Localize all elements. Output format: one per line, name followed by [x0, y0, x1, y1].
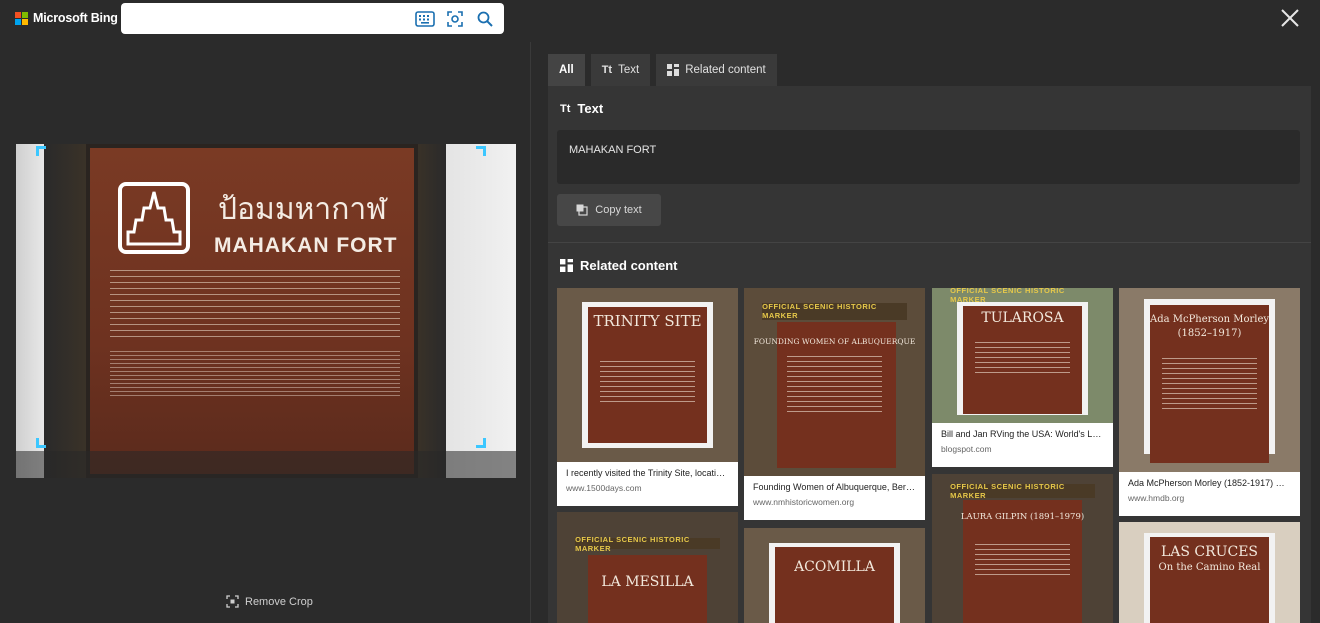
related-thumbnail: OFFICIAL SCENIC HISTORIC MARKER LA MESIL… [557, 512, 738, 623]
crop-shade [16, 451, 516, 478]
result-tabs: All Tt Text Related content [548, 54, 777, 86]
search-icon[interactable] [474, 8, 496, 30]
related-card[interactable]: LAS CRUCES On the Camino Real [1119, 522, 1300, 623]
microsoft-logo-icon [15, 11, 28, 25]
related-card[interactable]: TRINITY SITE I recently visited the Trin… [557, 288, 738, 506]
related-card[interactable]: OFFICIAL SCENIC HISTORIC MARKER LAURA GI… [932, 474, 1113, 623]
grid-icon [667, 64, 680, 76]
related-card[interactable]: OFFICIAL SCENIC HISTORIC MARKER FOUNDING… [744, 288, 925, 520]
related-sign-title: TRINITY SITE [593, 312, 702, 331]
related-thumbnail: OFFICIAL SCENIC HISTORIC MARKER LAURA GI… [932, 474, 1113, 623]
extracted-text-box[interactable]: MAHAKAN FORT [557, 130, 1300, 184]
remove-crop-label: Remove Crop [245, 595, 313, 608]
related-card[interactable]: OFFICIAL SCENIC HISTORIC MARKER TULAROSA… [932, 288, 1113, 467]
related-sign-title: LAS CRUCES [1160, 544, 1259, 560]
section-divider [548, 242, 1311, 243]
tab-related-content-label: Related content [685, 64, 766, 76]
related-banner: OFFICIAL SCENIC HISTORIC MARKER [950, 482, 1095, 500]
image-background-right [416, 144, 516, 478]
related-card[interactable]: Ada McPherson Morley (1852–1917) Ada McP… [1119, 288, 1300, 516]
image-pane: ป้อมมหากาฬ MAHAKAN FORT Remove Crop [0, 42, 531, 623]
top-bar: Microsoft Bing [0, 0, 1320, 42]
copy-text-button[interactable]: Copy text [557, 194, 661, 226]
tab-all[interactable]: All [548, 54, 585, 86]
related-card[interactable]: ACOMILLA [744, 528, 925, 623]
related-thumbnail: ACOMILLA [744, 528, 925, 623]
text-section-heading: Tt Text [560, 101, 603, 116]
close-icon[interactable] [1279, 7, 1301, 29]
related-title[interactable]: Bill and Jan RVing the USA: World's Lar.… [941, 429, 1104, 439]
tab-text[interactable]: Tt Text [590, 54, 651, 86]
results-panel: Tt Text MAHAKAN FORT Copy text Related c… [548, 86, 1311, 623]
uploaded-image[interactable]: ป้อมมหากาฬ MAHAKAN FORT [16, 144, 516, 478]
related-title[interactable]: Founding Women of Albuquerque, Bern... [753, 482, 916, 492]
crop-handle-bottom-left[interactable] [36, 438, 46, 448]
related-source: www.1500days.com [566, 483, 642, 493]
keyboard-icon[interactable] [414, 8, 436, 30]
related-sign-title: LAURA GILPIN (1891–1979) [960, 512, 1085, 523]
temple-icon [118, 182, 190, 254]
crop-handle-top-left[interactable] [36, 146, 46, 156]
related-thumbnail: OFFICIAL SCENIC HISTORIC MARKER FOUNDING… [744, 288, 925, 476]
tab-text-label: Text [618, 64, 640, 76]
related-banner: OFFICIAL SCENIC HISTORIC MARKER [950, 288, 1065, 305]
related-section-title: Related content [580, 258, 678, 273]
related-thumbnail: LAS CRUCES On the Camino Real [1119, 522, 1300, 623]
related-sign-title: Ada McPherson Morley [1149, 313, 1270, 325]
related-source: blogspot.com [941, 444, 992, 454]
related-thumbnail: Ada McPherson Morley (1852–1917) [1119, 288, 1300, 472]
related-thumbnail: TRINITY SITE [557, 288, 738, 462]
related-title[interactable]: I recently visited the Trinity Site, loc… [566, 468, 729, 478]
visual-search-icon[interactable] [444, 8, 466, 30]
image-background-left [16, 144, 86, 478]
crop-handle-bottom-right[interactable] [476, 438, 486, 448]
text-icon: Tt [601, 64, 613, 76]
remove-crop-button[interactable]: Remove Crop [226, 595, 313, 608]
related-sign-title: LA MESILLA [601, 574, 694, 591]
related-source: www.hmdb.org [1128, 493, 1185, 503]
brand-name: Microsoft Bing [33, 11, 118, 25]
text-icon: Tt [560, 102, 571, 115]
crop-handle-top-right[interactable] [476, 146, 486, 156]
related-sign-title: ACOMILLA [794, 559, 875, 576]
related-sign-subtitle: FOUNDING WOMEN OF ALBUQUERQUE [753, 336, 916, 346]
related-title[interactable]: Ada McPherson Morley (1852-1917) His... [1128, 478, 1291, 488]
search-input[interactable] [121, 3, 504, 34]
results-pane: All Tt Text Related content Tt Text MAHA… [548, 54, 1311, 623]
related-sign-title: TULAROSA [981, 309, 1064, 326]
related-banner: OFFICIAL SCENIC HISTORIC MARKER [762, 302, 907, 320]
related-source: www.nmhistoricwomen.org [753, 497, 855, 507]
sign-english-title: MAHAKAN FORT [214, 234, 398, 257]
sign-image: ป้อมมหากาฬ MAHAKAN FORT [86, 144, 418, 478]
copy-text-label: Copy text [595, 204, 642, 216]
extracted-text[interactable]: MAHAKAN FORT [569, 144, 656, 156]
copy-icon [576, 204, 588, 216]
bing-logo[interactable]: Microsoft Bing [15, 11, 118, 25]
related-banner: OFFICIAL SCENIC HISTORIC MARKER [575, 535, 720, 553]
text-section-title: Text [577, 101, 604, 116]
sign-text-lines [110, 270, 400, 399]
tab-all-label: All [559, 64, 574, 76]
related-sign-subtitle: On the Camino Real [1158, 561, 1261, 573]
related-thumbnail: OFFICIAL SCENIC HISTORIC MARKER TULAROSA [932, 288, 1113, 423]
tab-related-content[interactable]: Related content [656, 54, 777, 86]
crop-icon [226, 595, 239, 608]
related-card[interactable]: OFFICIAL SCENIC HISTORIC MARKER LA MESIL… [557, 512, 738, 623]
sign-thai-title: ป้อมมหากาฬ [218, 192, 387, 227]
related-section-heading: Related content [560, 258, 678, 273]
grid-icon [560, 259, 573, 272]
related-sign-subtitle: (1852–1917) [1177, 328, 1242, 340]
